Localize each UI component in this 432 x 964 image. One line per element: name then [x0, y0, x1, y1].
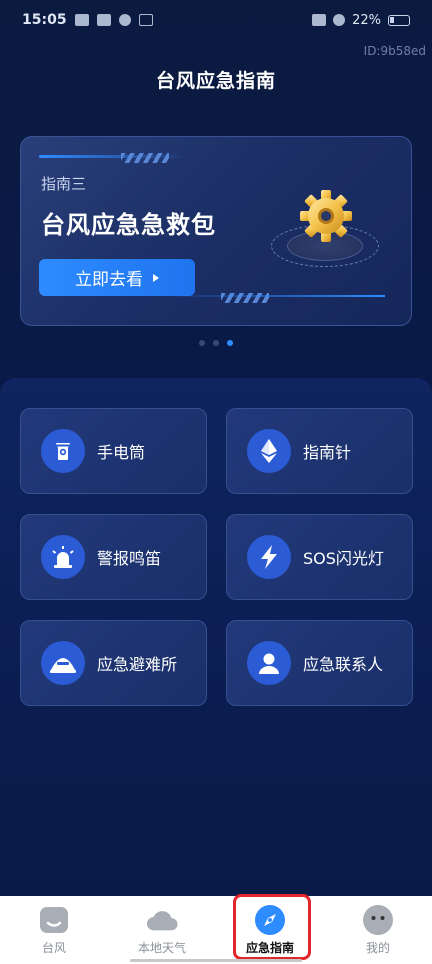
- carousel-dots: [0, 340, 432, 346]
- nav-label: 本地天气: [137, 941, 186, 955]
- wifi-icon: [333, 14, 346, 26]
- flashlight-card[interactable]: 手电筒: [20, 408, 207, 494]
- card-label: 应急联系人: [303, 655, 384, 674]
- battery-icon: [388, 14, 410, 26]
- card-label: SOS闪光灯: [303, 549, 384, 568]
- bottom-nav: 台风 本地天气 应急指南 我的: [0, 896, 432, 964]
- gear-icon: [300, 190, 352, 242]
- gear-illustration: [265, 185, 385, 285]
- nav-label: 台风: [41, 941, 66, 955]
- contact-person-icon: [247, 641, 291, 685]
- flashlight-icon: [41, 429, 85, 473]
- feature-panel: 手电筒 指南针 警报鸣笛 SOS闪光灯 应急避难所 应急联系人: [0, 378, 432, 896]
- card-label: 警报鸣笛: [97, 549, 162, 568]
- carousel-dot[interactable]: [213, 340, 219, 346]
- nav-item-mine[interactable]: 我的: [324, 896, 432, 964]
- banner-card[interactable]: 指南三 台风应急急救包 立即去看: [20, 136, 412, 326]
- home-indicator: [130, 959, 302, 962]
- page-title: 台风应急指南: [155, 70, 276, 92]
- notification-icon: [96, 14, 111, 26]
- alarm-siren-icon: [41, 535, 85, 579]
- alarm-siren-card[interactable]: 警报鸣笛: [20, 514, 207, 600]
- signal-icon: [312, 14, 327, 26]
- view-now-label: 立即去看: [75, 270, 143, 290]
- view-now-button[interactable]: 立即去看: [39, 259, 195, 296]
- banner-subtitle: 指南三: [41, 175, 87, 193]
- nav-label: 我的: [365, 941, 390, 955]
- typhoon-face-icon: [38, 904, 70, 936]
- card-label: 指南针: [303, 443, 352, 462]
- banner-decoration: [165, 295, 385, 297]
- banner-title: 台风应急急救包: [41, 211, 216, 239]
- sos-flash-card[interactable]: SOS闪光灯: [226, 514, 413, 600]
- banner-stripes: [121, 153, 169, 163]
- carousel-dot-active[interactable]: [227, 340, 233, 346]
- compass-card[interactable]: 指南针: [226, 408, 413, 494]
- status-bar: 15:05 22%: [0, 0, 432, 40]
- id-tag: ID:9b58ed: [363, 44, 426, 58]
- notification-icon: [74, 14, 89, 26]
- notification-icon: [138, 14, 153, 26]
- shelter-icon: [41, 641, 85, 685]
- card-label: 应急避难所: [97, 655, 178, 674]
- nav-item-typhoon[interactable]: 台风: [0, 896, 108, 964]
- nav-item-local-weather[interactable]: 本地天气: [108, 896, 216, 964]
- compass-icon: [247, 429, 291, 473]
- play-arrow-icon: [153, 273, 159, 282]
- carousel-dot[interactable]: [199, 340, 205, 346]
- profile-face-icon: [362, 904, 394, 936]
- emergency-contact-card[interactable]: 应急联系人: [226, 620, 413, 706]
- status-time: 15:05: [22, 12, 67, 28]
- cloud-icon: [146, 904, 178, 936]
- nav-label: 应急指南: [245, 941, 294, 955]
- lightning-icon: [247, 535, 291, 579]
- shelter-card[interactable]: 应急避难所: [20, 620, 207, 706]
- battery-percent: 22%: [352, 12, 381, 28]
- notification-icon: [118, 14, 131, 26]
- compass-nav-icon: [254, 904, 286, 936]
- nav-item-emergency-guide[interactable]: 应急指南: [216, 896, 324, 964]
- card-label: 手电筒: [97, 443, 146, 462]
